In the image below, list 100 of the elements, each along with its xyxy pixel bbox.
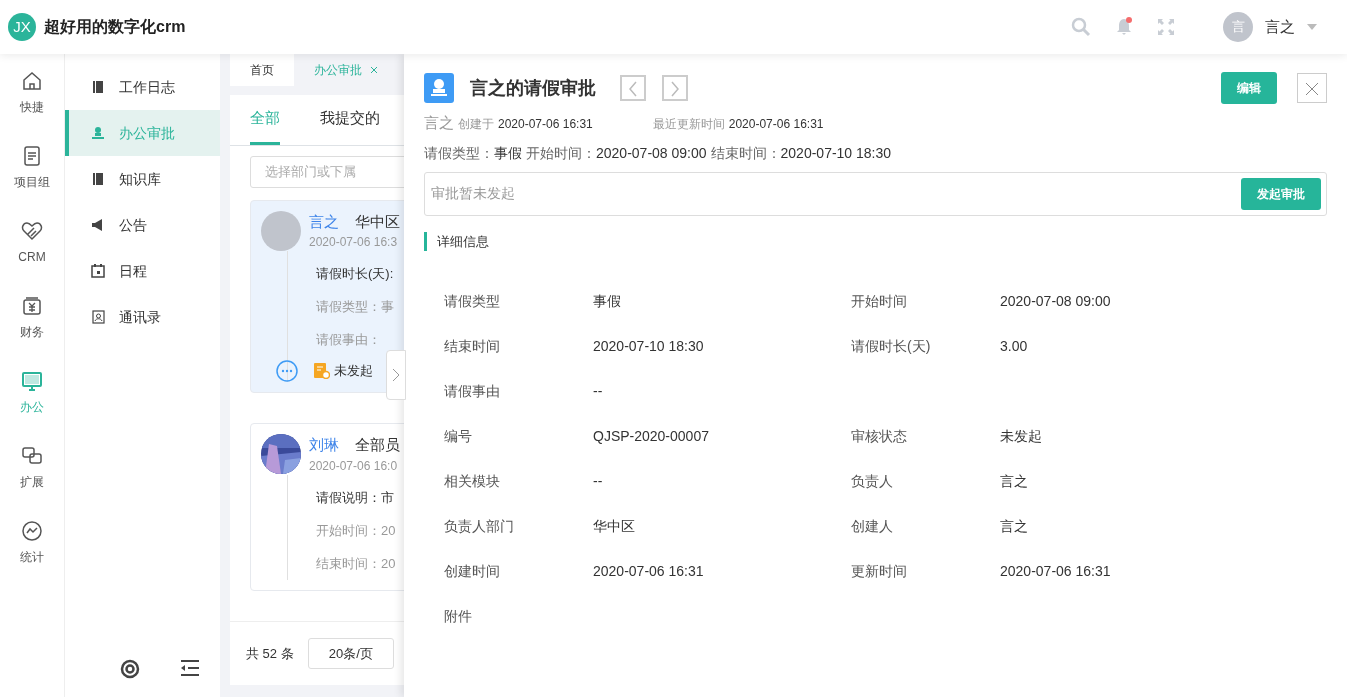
field-label: 创建人 xyxy=(851,517,894,536)
submenu-item[interactable]: 公告 xyxy=(65,202,220,248)
calendar-icon xyxy=(91,264,105,278)
expand-handle[interactable] xyxy=(386,350,406,400)
previous-button[interactable] xyxy=(620,75,646,101)
field-value: 言之 xyxy=(1000,517,1029,536)
field-label: 请假事由 xyxy=(444,382,501,401)
bell-icon[interactable] xyxy=(1115,17,1133,37)
card-field: 开始时间：20 xyxy=(316,513,396,547)
field-label: 请假时长(天) xyxy=(851,337,932,356)
field-label: 更新时间 xyxy=(851,562,908,581)
chevron-left-icon xyxy=(628,80,638,97)
approval-card[interactable]: 言之 华中区 2020-07-06 16:3 请假时长(天): 请假类型：事 请假事由： 未发起 xyxy=(250,199,404,393)
rail-item[interactable]: 快捷 xyxy=(20,70,44,145)
app-title: 超好用的数字化crm xyxy=(44,17,186,37)
book-icon xyxy=(91,80,105,94)
summary-value: 2020-07-10 18:30 xyxy=(780,143,892,163)
field-label: 附件 xyxy=(444,607,473,626)
rail-item[interactable]: 财务 xyxy=(20,295,44,370)
submenu-item[interactable]: 通讯录 xyxy=(65,294,220,340)
field-value: 华中区 xyxy=(593,517,636,536)
overlapping-squares-icon xyxy=(21,445,43,467)
field-label: 审核状态 xyxy=(851,427,908,446)
summary-label: 请假类型： xyxy=(424,143,494,163)
department-name: 华中区 xyxy=(355,212,400,230)
card-field: 请假时长(天): xyxy=(316,257,394,290)
page-size-select[interactable]: 20条/页 xyxy=(307,637,394,670)
card-field: 请假类型：事 xyxy=(316,290,394,323)
field-value: 言之 xyxy=(1000,472,1029,491)
section-title: 详细信息 xyxy=(424,231,1327,251)
card-field: 结束时间：20 xyxy=(316,546,396,580)
megaphone-icon xyxy=(91,218,105,232)
field-value: 2020-07-10 18:30 xyxy=(593,337,705,356)
book-icon xyxy=(91,172,105,186)
close-button[interactable] xyxy=(1297,73,1327,103)
collapse-menu-icon[interactable] xyxy=(180,659,200,677)
page-tab[interactable]: 首页 xyxy=(230,54,294,86)
stamp-icon xyxy=(91,126,105,140)
submenu-item[interactable]: 工作日志 xyxy=(65,64,220,110)
summary-value: 2020-07-08 09:00 xyxy=(596,143,707,163)
field-label: 负责人 xyxy=(851,472,894,491)
updated-time: 2020-07-06 16:31 xyxy=(728,116,824,133)
created-label: 创建于 xyxy=(458,116,494,133)
field-label: 相关模块 xyxy=(444,472,501,491)
stamp-icon xyxy=(424,73,454,103)
rail-item[interactable]: 统计 xyxy=(20,520,44,595)
chart-circle-icon xyxy=(21,520,43,542)
total-count: 共 52 条 xyxy=(246,644,294,663)
settings-icon[interactable] xyxy=(120,659,140,679)
field-label: 结束时间 xyxy=(444,337,501,356)
card-field: 请假事由： xyxy=(316,323,381,356)
contact-card-icon xyxy=(91,310,105,324)
search-icon[interactable] xyxy=(1071,17,1091,37)
created-time: 2020-07-06 16:0 xyxy=(309,457,399,475)
rail-item[interactable]: 项目组 xyxy=(14,145,50,220)
field-value: 事假 xyxy=(593,292,622,311)
user-name[interactable]: 言之 xyxy=(1265,15,1295,39)
field-value: 3.00 xyxy=(1000,337,1029,356)
department-name: 全部员 xyxy=(355,436,400,453)
close-icon[interactable] xyxy=(370,66,378,74)
submenu-item[interactable]: 知识库 xyxy=(65,156,220,202)
status-text: 未发起 xyxy=(334,362,373,381)
summary-label: 结束时间： xyxy=(710,143,781,163)
field-value: 2020-07-06 16:31 xyxy=(1000,562,1112,581)
field-value: 2020-07-06 16:31 xyxy=(593,562,705,581)
field-label: 负责人部门 xyxy=(444,517,515,536)
home-icon xyxy=(21,70,43,92)
caret-icon[interactable] xyxy=(1307,24,1317,30)
approval-status-text: 审批暂未发起 xyxy=(431,184,515,203)
monitor-icon xyxy=(21,370,43,392)
field-value: 2020-07-08 09:00 xyxy=(1000,292,1112,311)
field-label: 创建时间 xyxy=(444,562,501,581)
fullscreen-icon[interactable] xyxy=(1157,18,1175,36)
department-filter-field[interactable]: 选择部门或下属 xyxy=(250,155,404,188)
rail-item[interactable]: CRM xyxy=(18,220,46,295)
created-time: 2020-07-06 16:3 xyxy=(309,234,399,251)
author-name[interactable]: 刘琳 xyxy=(309,436,339,453)
chevron-right-icon xyxy=(670,80,680,97)
list-tab[interactable]: 我提交的 xyxy=(320,95,380,145)
next-button[interactable] xyxy=(662,75,688,101)
updated-label: 最近更新时间 xyxy=(652,116,725,133)
detail-title: 言之的请假审批 xyxy=(470,76,596,100)
handshake-heart-icon xyxy=(21,220,43,242)
wallet-icon xyxy=(21,295,43,317)
card-field: 请假说明：市 xyxy=(316,480,394,514)
summary-label: 开始时间： xyxy=(526,143,596,163)
creator-name: 言之 xyxy=(424,113,454,133)
field-label: 编号 xyxy=(444,427,473,446)
document-icon xyxy=(21,145,43,167)
field-value: -- xyxy=(593,472,604,491)
submenu-item[interactable]: 日程 xyxy=(65,248,220,294)
field-value: -- xyxy=(593,382,604,401)
field-label: 开始时间 xyxy=(851,292,908,311)
rail-item[interactable]: 扩展 xyxy=(20,445,44,520)
field-value: QJSP-2020-00007 xyxy=(593,427,710,446)
created-time: 2020-07-06 16:31 xyxy=(498,116,593,133)
field-value: 未发起 xyxy=(1000,427,1043,446)
summary-value: 事假 xyxy=(494,143,522,163)
more-icon[interactable] xyxy=(276,360,298,382)
logo: JX xyxy=(8,13,36,41)
